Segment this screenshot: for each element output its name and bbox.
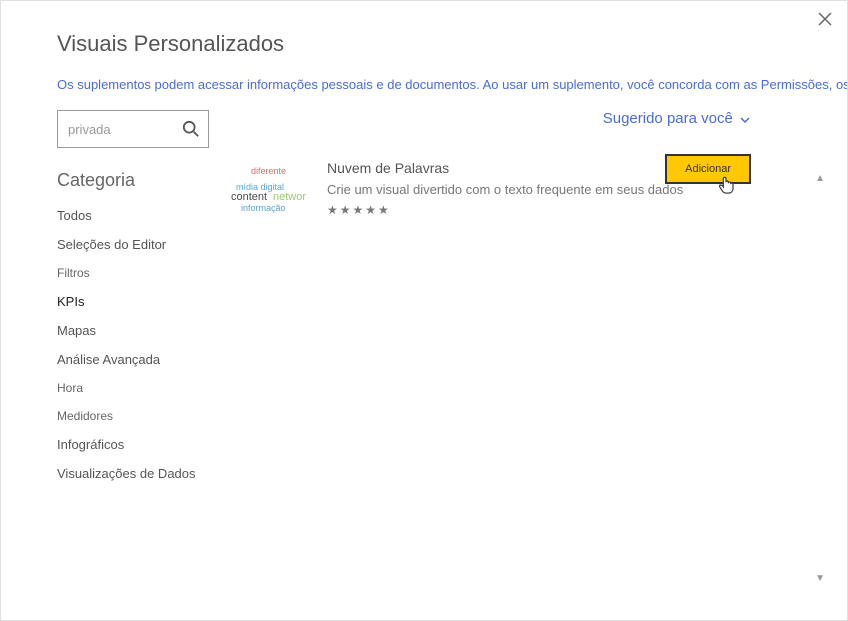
wordcloud-word: content xyxy=(231,191,267,203)
result-item[interactable]: diferente mídia digital content networ i… xyxy=(229,160,791,220)
sort-label: Sugerido para você xyxy=(603,110,733,127)
search-box[interactable] xyxy=(57,110,209,148)
category-item[interactable]: Filtros xyxy=(57,259,225,287)
close-button[interactable] xyxy=(813,7,837,31)
category-list: TodosSeleções do EditorFiltrosKPIsMapasA… xyxy=(57,201,225,488)
results-area: Sugerido para você diferente mídia digit… xyxy=(225,110,791,488)
search-input[interactable] xyxy=(68,122,182,137)
add-button[interactable]: Adicionar xyxy=(665,154,751,184)
category-item[interactable]: Mapas xyxy=(57,316,225,345)
category-item[interactable]: Todos xyxy=(57,201,225,230)
dialog-title: Visuais Personalizados xyxy=(57,31,791,57)
sidebar: Categoria TodosSeleções do EditorFiltros… xyxy=(57,110,225,488)
disclaimer-text[interactable]: Os suplementos podem acessar informações… xyxy=(1,69,847,110)
result-thumbnail: diferente mídia digital content networ i… xyxy=(229,160,313,220)
category-item[interactable]: Seleções do Editor xyxy=(57,230,225,259)
wordcloud-word: diferente xyxy=(251,166,286,176)
category-item[interactable]: Análise Avançada xyxy=(57,345,225,374)
category-item[interactable]: Medidores xyxy=(57,402,225,430)
wordcloud-word: networ xyxy=(273,191,306,203)
wordcloud-word: informação xyxy=(241,203,286,213)
scroll-down-arrow: ▼ xyxy=(815,573,825,584)
close-icon xyxy=(818,12,832,26)
chevron-down-icon xyxy=(739,111,751,128)
search-icon xyxy=(182,120,200,138)
category-item[interactable]: Visualizações de Dados xyxy=(57,459,225,488)
category-item[interactable]: Hora xyxy=(57,374,225,402)
sort-dropdown[interactable]: Sugerido para você xyxy=(229,110,791,128)
category-item[interactable]: KPIs xyxy=(57,287,225,316)
category-heading: Categoria xyxy=(57,170,225,191)
result-rating: ★★★★★ xyxy=(327,203,791,217)
result-description: Crie um visual divertido com o texto fre… xyxy=(327,182,791,197)
category-item[interactable]: Infográficos xyxy=(57,430,225,459)
